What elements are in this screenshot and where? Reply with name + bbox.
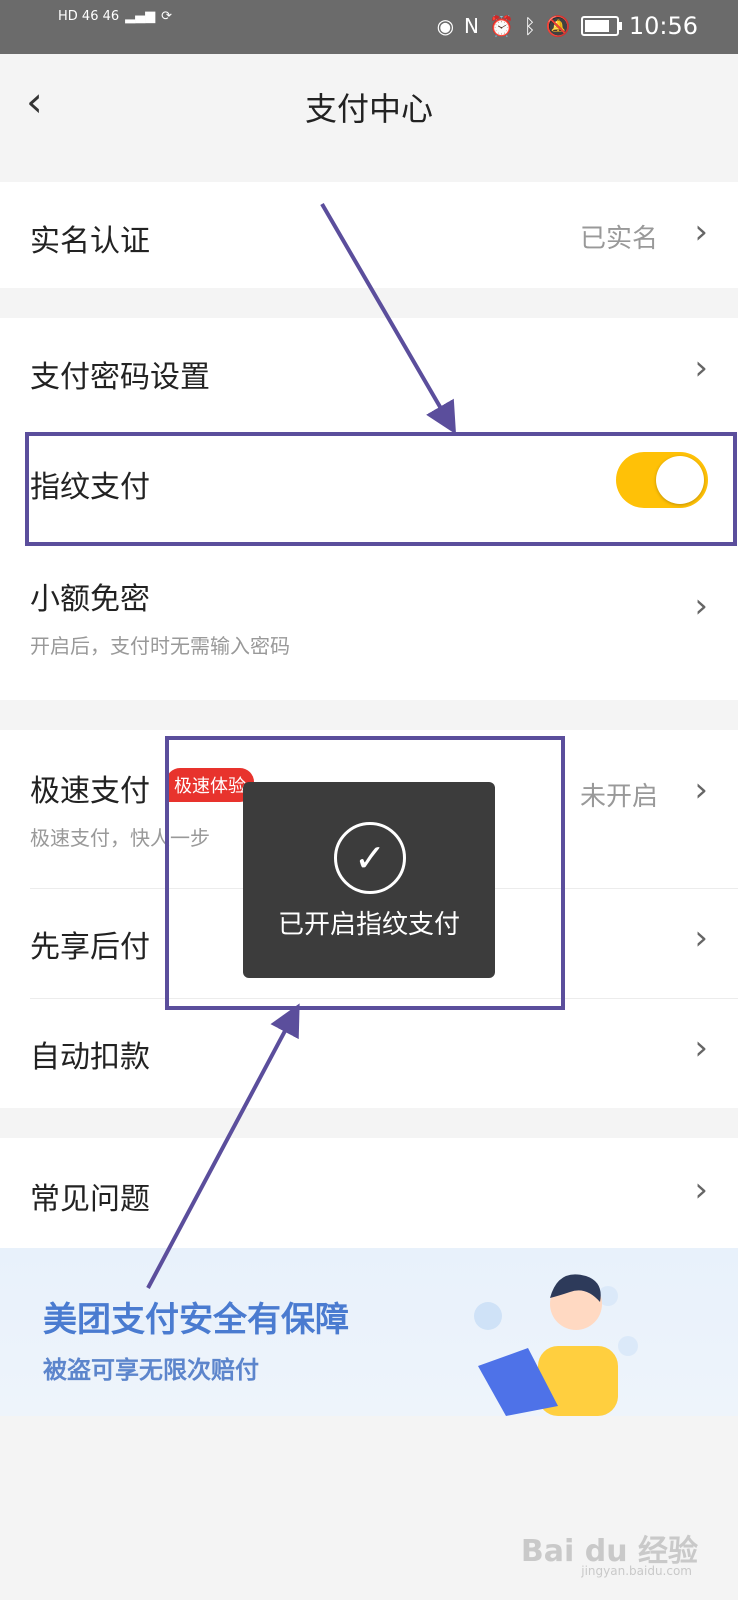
arrow-to-toast: [146, 1003, 300, 1289]
watermark-url: jingyan.baidu.com: [581, 1564, 692, 1578]
annotation-arrows: [146, 202, 457, 1289]
arrow-to-fingerprint: [320, 202, 457, 435]
baidu-watermark-logo: Bai du 经验 jingyan.baidu.com: [521, 1526, 698, 1578]
